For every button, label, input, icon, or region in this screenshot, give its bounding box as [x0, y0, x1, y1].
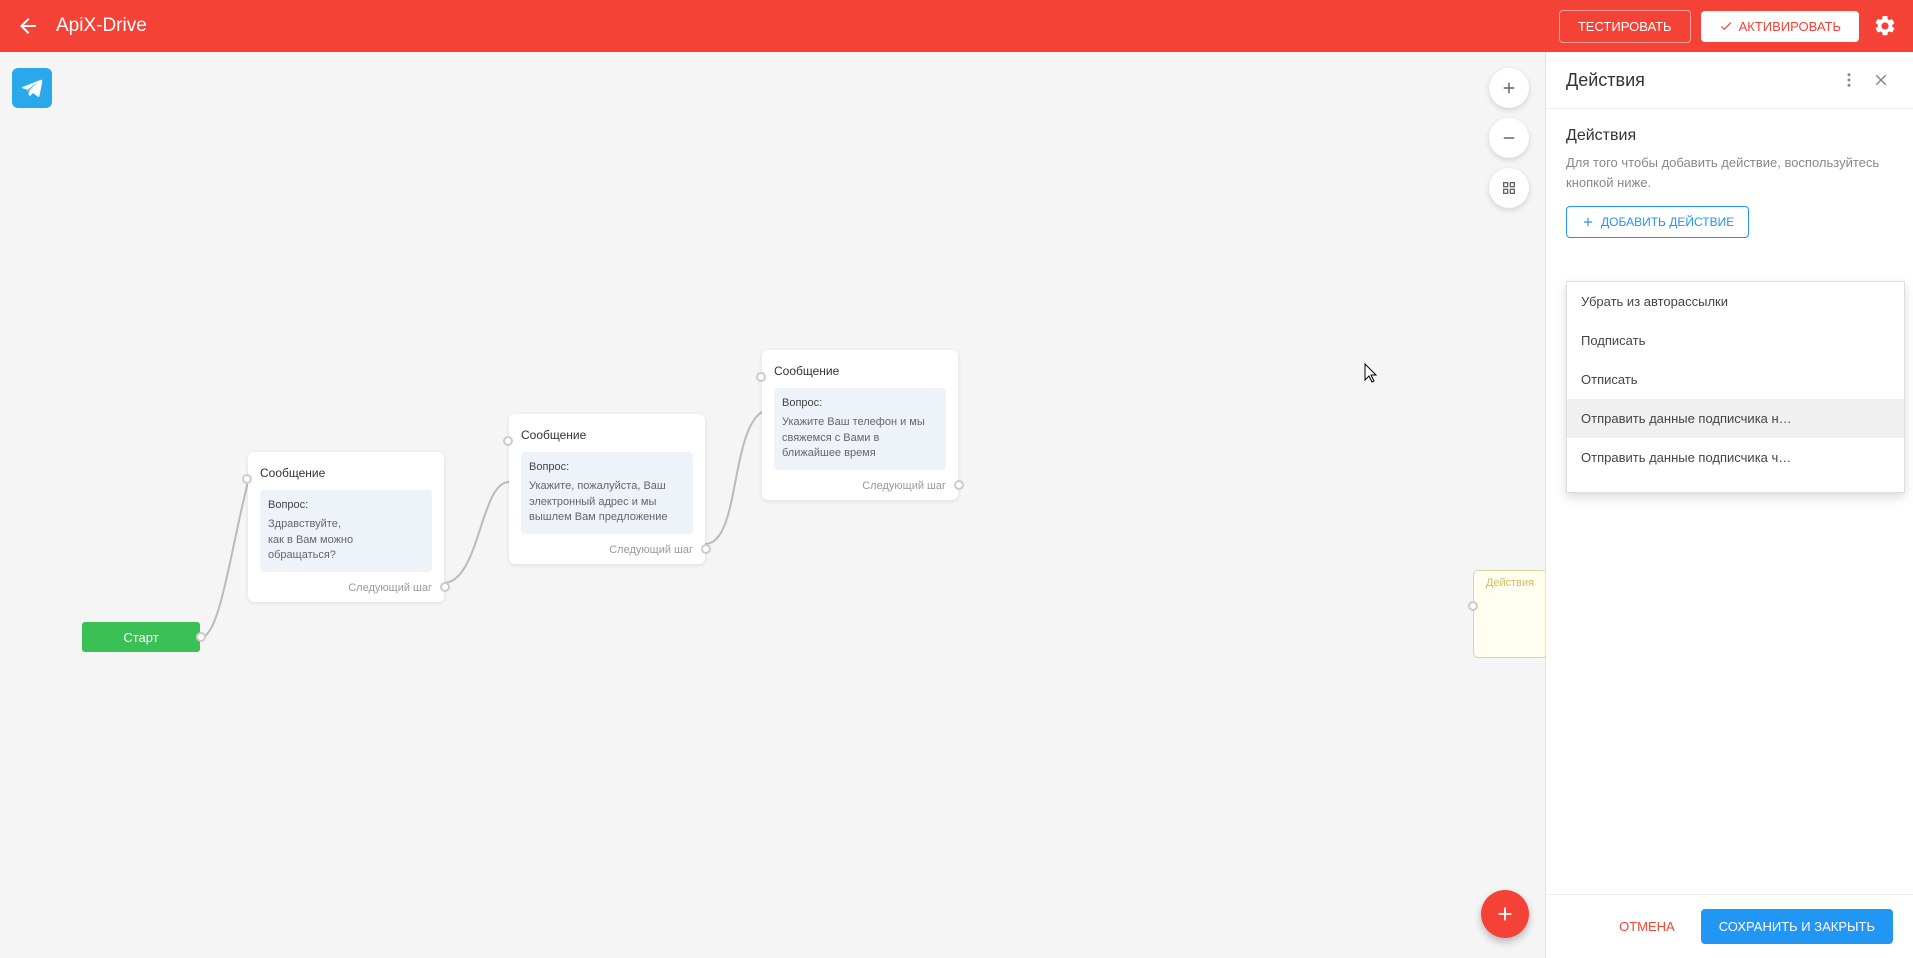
cancel-button[interactable]: ОТМЕНА: [1603, 909, 1691, 944]
sidebar-title: Действия: [1566, 70, 1829, 91]
save-button[interactable]: СОХРАНИТЬ И ЗАКРЫТЬ: [1701, 909, 1893, 944]
back-arrow-icon[interactable]: [16, 14, 40, 38]
flow-canvas[interactable]: Старт Сообщение Вопрос: Здравствуйте, ка…: [0, 52, 1545, 958]
app-header: ApiX-Drive ТЕСТИРОВАТЬ АКТИВИРОВАТЬ: [0, 0, 1913, 52]
fit-button[interactable]: [1489, 168, 1529, 208]
sidebar-header: Действия: [1546, 52, 1913, 109]
start-node[interactable]: Старт: [82, 622, 200, 652]
dropdown-item[interactable]: Чат с агентом: [1567, 477, 1904, 493]
section-description: Для того чтобы добавить действие, воспол…: [1566, 153, 1893, 192]
activate-button[interactable]: АКТИВИРОВАТЬ: [1701, 11, 1859, 42]
more-icon[interactable]: [1837, 68, 1861, 92]
actions-sidebar: Действия Действия Для того чтобы добавит…: [1545, 52, 1913, 958]
node-port[interactable]: [701, 544, 711, 554]
node-port[interactable]: [196, 632, 206, 642]
section-title: Действия: [1566, 127, 1893, 145]
node-port[interactable]: [756, 372, 766, 382]
flow-connectors: [0, 52, 1545, 958]
sidebar-footer: ОТМЕНА СОХРАНИТЬ И ЗАКРЫТЬ: [1546, 894, 1913, 958]
add-node-fab[interactable]: [1481, 890, 1529, 938]
app-title: ApiX-Drive: [56, 15, 1549, 37]
dropdown-item[interactable]: Подписать: [1567, 321, 1904, 360]
action-dropdown: Убрать из авторассылки Подписать Отписат…: [1566, 281, 1905, 493]
zoom-in-button[interactable]: [1489, 68, 1529, 108]
node-port[interactable]: [440, 582, 450, 592]
dropdown-item[interactable]: Отправить данные подписчика ч…: [1567, 438, 1904, 477]
test-button[interactable]: ТЕСТИРОВАТЬ: [1559, 10, 1691, 43]
check-icon: [1719, 19, 1733, 33]
plus-icon: [1581, 215, 1595, 229]
action-node[interactable]: Действия: [1473, 570, 1547, 658]
node-port[interactable]: [954, 480, 964, 490]
close-icon[interactable]: [1869, 68, 1893, 92]
message-node-2[interactable]: Сообщение Вопрос: Укажите, пожалуйста, В…: [509, 414, 705, 564]
node-port[interactable]: [1468, 601, 1478, 611]
dropdown-item[interactable]: Убрать из авторассылки: [1567, 282, 1904, 321]
telegram-icon[interactable]: [12, 68, 52, 108]
node-port[interactable]: [242, 474, 252, 484]
add-action-button[interactable]: ДОБАВИТЬ ДЕЙСТВИЕ: [1566, 206, 1749, 238]
message-node-1[interactable]: Сообщение Вопрос: Здравствуйте, как в Ва…: [248, 452, 444, 602]
dropdown-item[interactable]: Отправить данные подписчика н…: [1567, 399, 1904, 438]
sidebar-body: Действия Для того чтобы добавить действи…: [1546, 109, 1913, 894]
node-port[interactable]: [503, 436, 513, 446]
gear-icon[interactable]: [1873, 14, 1897, 38]
message-node-3[interactable]: Сообщение Вопрос: Укажите Ваш телефон и …: [762, 350, 958, 500]
zoom-controls: [1489, 68, 1529, 208]
dropdown-item[interactable]: Отписать: [1567, 360, 1904, 399]
zoom-out-button[interactable]: [1489, 118, 1529, 158]
